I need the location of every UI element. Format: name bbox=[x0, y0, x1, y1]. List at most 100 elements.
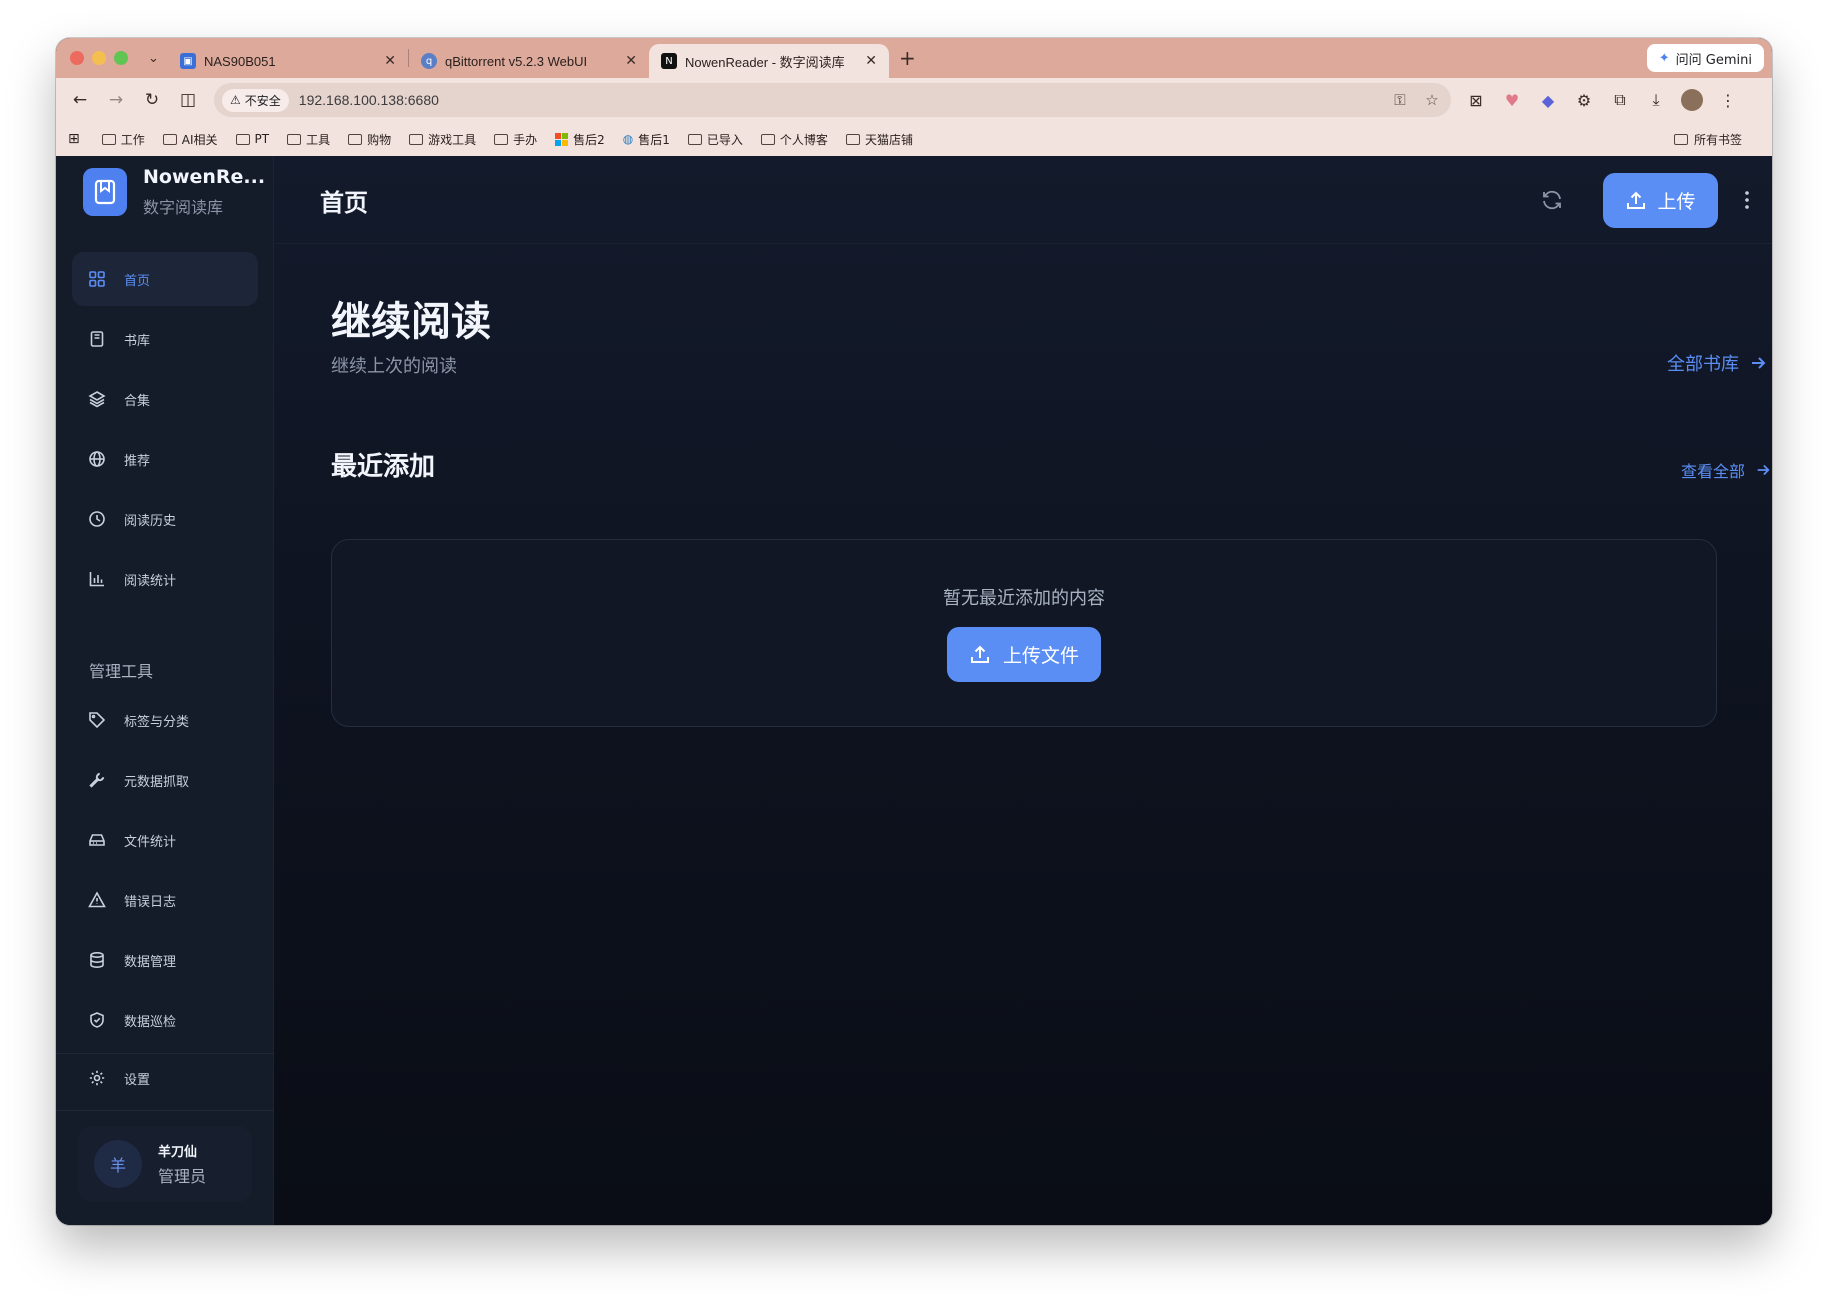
tab-nowenreader[interactable]: N NowenReader - 数字阅读库 ✕ bbox=[649, 44, 889, 78]
maximize-window-button[interactable] bbox=[114, 51, 128, 65]
bookmark-item[interactable]: 手办 bbox=[494, 131, 537, 148]
upload-icon bbox=[970, 645, 989, 663]
brand-subtitle: 数字阅读库 bbox=[143, 198, 224, 217]
sidebar-item-label: 首页 bbox=[124, 273, 151, 289]
site-favicon-icon: ◍ bbox=[622, 132, 634, 146]
folder-icon bbox=[101, 133, 116, 145]
forward-arrow-icon[interactable]: → bbox=[98, 90, 134, 110]
folder-icon bbox=[409, 133, 424, 145]
layers-icon bbox=[88, 391, 106, 408]
tab-close-icon[interactable]: ✕ bbox=[865, 53, 877, 69]
folder-icon bbox=[235, 133, 250, 145]
browser-menu-icon[interactable]: ⋮ bbox=[1717, 91, 1739, 110]
extensions-puzzle-icon[interactable]: ⧉ bbox=[1609, 90, 1631, 110]
back-arrow-icon[interactable]: ← bbox=[62, 90, 98, 110]
ask-gemini-button[interactable]: ✦ 问问 Gemini bbox=[1646, 44, 1764, 72]
tab-strip: ⌄ ▣ NAS90B051 ✕ q qBittorrent v5.2.3 Web… bbox=[56, 38, 1772, 78]
folder-icon bbox=[845, 133, 860, 145]
close-window-button[interactable] bbox=[70, 51, 84, 65]
bookmark-item[interactable]: 游戏工具 bbox=[409, 131, 476, 148]
all-bookmarks[interactable]: 所有书签 bbox=[1673, 131, 1742, 148]
sidebar-item-recommended[interactable]: 推荐 bbox=[72, 432, 258, 486]
folder-icon bbox=[687, 133, 702, 145]
window-controls bbox=[70, 51, 128, 65]
sidebar-item-label: 阅读统计 bbox=[124, 573, 177, 589]
bookmark-item[interactable]: 已导入 bbox=[687, 131, 743, 148]
more-vertical-icon[interactable] bbox=[1744, 190, 1750, 210]
upload-file-label: 上传文件 bbox=[1002, 645, 1079, 667]
bookmark-item[interactable]: 工具 bbox=[287, 131, 330, 148]
nas-favicon-icon: ▣ bbox=[180, 53, 196, 69]
sidebar-item-stats[interactable]: 阅读统计 bbox=[72, 552, 258, 606]
bookmark-item[interactable]: 天猫店铺 bbox=[845, 131, 913, 148]
tag-icon bbox=[89, 712, 106, 729]
download-icon[interactable]: ⤓ bbox=[1645, 90, 1667, 110]
user-role: 管理员 bbox=[158, 1167, 207, 1186]
book-icon bbox=[90, 331, 104, 347]
reload-icon[interactable]: ↻ bbox=[134, 90, 170, 110]
bookmark-item[interactable]: 购物 bbox=[348, 131, 391, 148]
upload-file-button[interactable]: 上传文件 bbox=[947, 627, 1101, 682]
upload-icon bbox=[1627, 191, 1646, 209]
brand[interactable]: NowenRe... 数字阅读库 bbox=[83, 166, 265, 218]
sidebar-item-label: 元数据抓取 bbox=[124, 774, 190, 790]
extension-icon[interactable]: ⊠ bbox=[1465, 91, 1487, 110]
tab-qbittorrent[interactable]: q qBittorrent v5.2.3 WebUI ✕ bbox=[409, 44, 649, 78]
bookmark-item[interactable]: AI相关 bbox=[162, 131, 218, 148]
user-card[interactable]: 羊 羊刀仙 管理员 bbox=[78, 1126, 252, 1202]
avatar: 羊 bbox=[94, 1140, 142, 1188]
sidebar-item-tags[interactable]: 标签与分类 bbox=[72, 693, 258, 747]
hard-drive-icon bbox=[89, 834, 105, 846]
sidebar-item-metadata[interactable]: 元数据抓取 bbox=[72, 753, 258, 807]
sidebar-item-data-management[interactable]: 数据管理 bbox=[72, 933, 258, 987]
sidebar-item-file-stats[interactable]: 文件统计 bbox=[72, 813, 258, 867]
sidebar-item-collections[interactable]: 合集 bbox=[72, 372, 258, 426]
sidebar-item-label: 文件统计 bbox=[124, 834, 177, 850]
bookmark-item[interactable]: 个人博客 bbox=[760, 131, 828, 148]
bookmark-star-icon[interactable]: ☆ bbox=[1421, 91, 1443, 109]
url-text[interactable]: 192.168.100.138:6680 bbox=[299, 92, 1379, 108]
extension-icon[interactable]: ◆ bbox=[1537, 91, 1559, 110]
security-indicator[interactable]: ⚠ 不安全 bbox=[222, 88, 289, 112]
minimize-window-button[interactable] bbox=[92, 51, 106, 65]
security-label: 不安全 bbox=[244, 93, 281, 108]
all-library-link[interactable]: 全部书库 bbox=[1667, 350, 1767, 376]
split-view-icon[interactable]: ◫ bbox=[170, 90, 206, 110]
view-all-link[interactable]: 查看全部 bbox=[1681, 458, 1771, 482]
bookmark-item[interactable]: 售后2 bbox=[555, 131, 605, 148]
tab-search-icon[interactable]: ⌄ bbox=[148, 51, 168, 66]
sidebar: NowenRe... 数字阅读库 首页 书库 合集 推荐 阅读历史 阅读统计 管… bbox=[56, 156, 274, 1225]
sidebar-item-history[interactable]: 阅读历史 bbox=[72, 492, 258, 546]
bookmark-item[interactable]: ◍ 售后1 bbox=[623, 131, 670, 148]
extension-icon[interactable]: ♥ bbox=[1501, 91, 1523, 110]
bookmark-logo-icon bbox=[83, 168, 127, 216]
gemini-label: 问问 Gemini bbox=[1675, 52, 1752, 68]
bookmark-item[interactable]: 工作 bbox=[101, 131, 145, 148]
tab-close-icon[interactable]: ✕ bbox=[384, 53, 396, 69]
address-bar[interactable]: ⚠ 不安全 192.168.100.138:6680 ⚿ ☆ bbox=[214, 83, 1451, 117]
sidebar-item-label: 阅读历史 bbox=[124, 513, 177, 529]
tab-nas[interactable]: ▣ NAS90B051 ✕ bbox=[168, 44, 408, 78]
tab-title: NAS90B051 bbox=[204, 53, 276, 69]
extension-icon[interactable]: ⚙ bbox=[1573, 91, 1595, 110]
sidebar-item-library[interactable]: 书库 bbox=[72, 312, 258, 366]
user-name: 羊刀仙 bbox=[158, 1145, 198, 1160]
new-tab-button[interactable]: + bbox=[899, 46, 916, 70]
upload-button[interactable]: 上传 bbox=[1603, 173, 1718, 228]
apps-grid-icon[interactable]: ⊞ bbox=[68, 131, 80, 147]
sidebar-item-data-inspection[interactable]: 数据巡检 bbox=[72, 993, 258, 1047]
bookmark-item[interactable]: PT bbox=[235, 132, 269, 146]
tab-close-icon[interactable]: ✕ bbox=[625, 53, 637, 69]
folder-icon bbox=[162, 133, 177, 145]
password-key-icon[interactable]: ⚿ bbox=[1389, 91, 1411, 109]
continue-reading-title: 继续阅读 bbox=[331, 299, 491, 345]
refresh-icon[interactable] bbox=[1540, 188, 1564, 212]
sidebar-item-settings[interactable]: 设置 bbox=[72, 1051, 258, 1105]
sidebar-item-label: 数据管理 bbox=[124, 954, 177, 970]
bookmarks-bar: ⊞ 工作 AI相关 PT 工具 购物 游戏工具 手办 售后2 ◍ 售后1 已导入 … bbox=[56, 122, 1772, 156]
profile-avatar[interactable] bbox=[1681, 89, 1703, 111]
sidebar-divider bbox=[56, 1110, 274, 1111]
folder-icon bbox=[494, 133, 509, 145]
sidebar-item-error-log[interactable]: 错误日志 bbox=[72, 873, 258, 927]
sidebar-item-home[interactable]: 首页 bbox=[72, 252, 258, 306]
